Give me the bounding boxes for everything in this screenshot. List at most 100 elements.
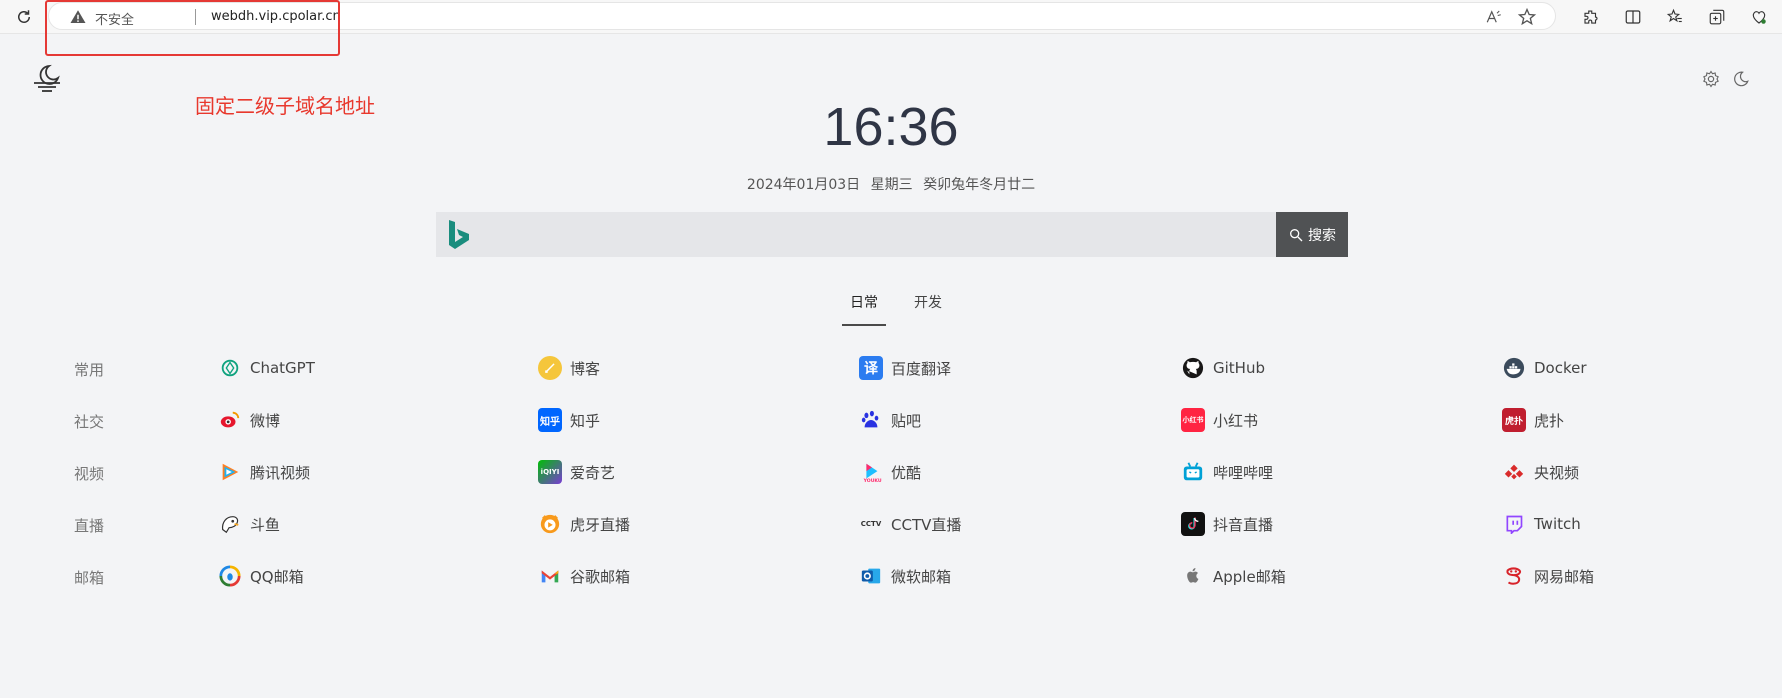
site-iqiyi[interactable]: iQIYI 爱奇艺 (538, 460, 615, 484)
site-label: GitHub (1213, 359, 1265, 377)
site-xiaohongshu[interactable]: 小红书 小红书 (1181, 408, 1258, 432)
search-button[interactable]: 搜索 (1276, 212, 1348, 257)
performance-icon[interactable] (1748, 6, 1770, 28)
site-cctv-live[interactable]: CCTV CCTV直播 (859, 512, 962, 536)
tencent-video-icon (218, 460, 242, 484)
site-label: 博客 (570, 359, 601, 378)
site-youku[interactable]: YOUKU 优酷 (859, 460, 921, 484)
site-label: 抖音直播 (1213, 515, 1274, 534)
site-label: 微软邮箱 (891, 567, 952, 586)
site-baidu-translate[interactable]: 译 百度翻译 (859, 356, 951, 380)
site-douyu[interactable]: 斗鱼 (218, 512, 280, 536)
collections-icon[interactable] (1706, 6, 1728, 28)
category-label-mail: 邮箱 (74, 569, 105, 587)
search-input[interactable] (482, 212, 1272, 257)
netease-mail-icon (1502, 564, 1526, 588)
site-label: 谷歌邮箱 (570, 567, 631, 586)
site-huya[interactable]: 虎牙直播 (538, 512, 630, 536)
category-label-video: 视频 (74, 465, 105, 483)
github-icon (1181, 356, 1205, 380)
bing-logo-icon[interactable] (446, 218, 472, 252)
site-cctv-video[interactable]: 央视频 (1502, 460, 1579, 484)
site-weibo[interactable]: 微博 (218, 408, 280, 432)
youku-icon: YOUKU (859, 460, 883, 484)
site-outlook[interactable]: 微软邮箱 (859, 564, 951, 588)
site-label: 哔哩哔哩 (1213, 463, 1274, 482)
blog-icon (538, 356, 562, 380)
date-line: 2024年01月03日 星期三 癸卯兔年冬月廿二 (746, 177, 1036, 193)
weibo-icon (218, 408, 242, 432)
baidu-paw-icon (859, 408, 883, 432)
reload-icon[interactable] (12, 6, 36, 28)
svg-text:YOUKU: YOUKU (863, 478, 882, 483)
clock-time: 16:36 (823, 97, 959, 157)
zhihu-icon: 知乎 (538, 408, 562, 432)
tab-daily[interactable]: 日常 (842, 292, 886, 326)
site-label: ChatGPT (250, 359, 315, 377)
site-label: 斗鱼 (250, 515, 281, 534)
site-label: Apple邮箱 (1213, 567, 1286, 586)
site-label: 爱奇艺 (570, 463, 616, 482)
site-blog[interactable]: 博客 (538, 356, 600, 380)
site-label: 网易邮箱 (1534, 567, 1595, 586)
outlook-icon (859, 564, 883, 588)
site-label: 优酷 (891, 463, 922, 482)
site-label: 虎扑 (1534, 411, 1565, 430)
site-label: 百度翻译 (891, 359, 952, 378)
huya-icon (538, 512, 562, 536)
site-github[interactable]: GitHub (1181, 356, 1265, 380)
site-bilibili[interactable]: 哔哩哔哩 (1181, 460, 1273, 484)
site-tieba[interactable]: 贴吧 (859, 408, 921, 432)
site-tencent-video[interactable]: 腾讯视频 (218, 460, 310, 484)
site-gmail[interactable]: 谷歌邮箱 (538, 564, 630, 588)
site-hupu[interactable]: 虎扑 虎扑 (1502, 408, 1564, 432)
site-chatgpt[interactable]: ChatGPT (218, 356, 315, 380)
dark-mode-moon-icon[interactable] (1732, 70, 1750, 88)
search-bar: 搜索 (436, 212, 1348, 257)
read-aloud-icon[interactable] (1485, 8, 1503, 26)
twitch-icon (1502, 512, 1526, 536)
douyin-icon (1181, 512, 1205, 536)
highlight-box (45, 0, 340, 56)
category-label-live: 直播 (74, 517, 105, 535)
tab-dev[interactable]: 开发 (906, 292, 950, 326)
qq-mail-icon (218, 564, 242, 588)
gmail-icon (538, 564, 562, 588)
search-icon (1290, 228, 1303, 241)
site-label: 腾讯视频 (250, 463, 311, 482)
site-label: 央视频 (1534, 463, 1580, 482)
translate-icon: 译 (859, 356, 883, 380)
favorite-star-icon[interactable] (1517, 7, 1537, 27)
category-label-social: 社交 (74, 413, 105, 431)
favorites-icon[interactable] (1664, 6, 1686, 28)
site-label: 小红书 (1213, 411, 1259, 430)
site-douyin-live[interactable]: 抖音直播 (1181, 512, 1273, 536)
iqiyi-icon: iQIYI (538, 460, 562, 484)
settings-gear-icon[interactable] (1702, 70, 1720, 88)
site-label: Twitch (1534, 515, 1581, 533)
moon-weather-icon (32, 62, 62, 92)
cctv-icon: CCTV (860, 520, 882, 528)
site-label: 微博 (250, 411, 281, 430)
site-label: QQ邮箱 (250, 567, 304, 586)
extensions-icon[interactable] (1580, 6, 1602, 28)
site-label: 知乎 (570, 411, 601, 430)
site-apple-mail[interactable]: Apple邮箱 (1181, 564, 1286, 588)
douyu-icon (218, 512, 242, 536)
xiaohongshu-icon: 小红书 (1181, 408, 1205, 432)
bilibili-icon (1181, 460, 1205, 484)
chatgpt-icon (218, 356, 242, 380)
site-163-mail[interactable]: 网易邮箱 (1502, 564, 1594, 588)
site-twitch[interactable]: Twitch (1502, 512, 1581, 536)
hupu-icon: 虎扑 (1502, 408, 1526, 432)
site-label: 虎牙直播 (570, 515, 631, 534)
site-qq-mail[interactable]: QQ邮箱 (218, 564, 304, 588)
split-screen-icon[interactable] (1622, 6, 1644, 28)
apple-icon (1181, 564, 1205, 588)
site-label: CCTV直播 (891, 515, 962, 534)
docker-icon (1502, 356, 1526, 380)
site-docker[interactable]: Docker (1502, 356, 1587, 380)
site-zhihu[interactable]: 知乎 知乎 (538, 408, 600, 432)
search-button-label: 搜索 (1308, 227, 1336, 244)
site-label: 贴吧 (891, 411, 922, 430)
